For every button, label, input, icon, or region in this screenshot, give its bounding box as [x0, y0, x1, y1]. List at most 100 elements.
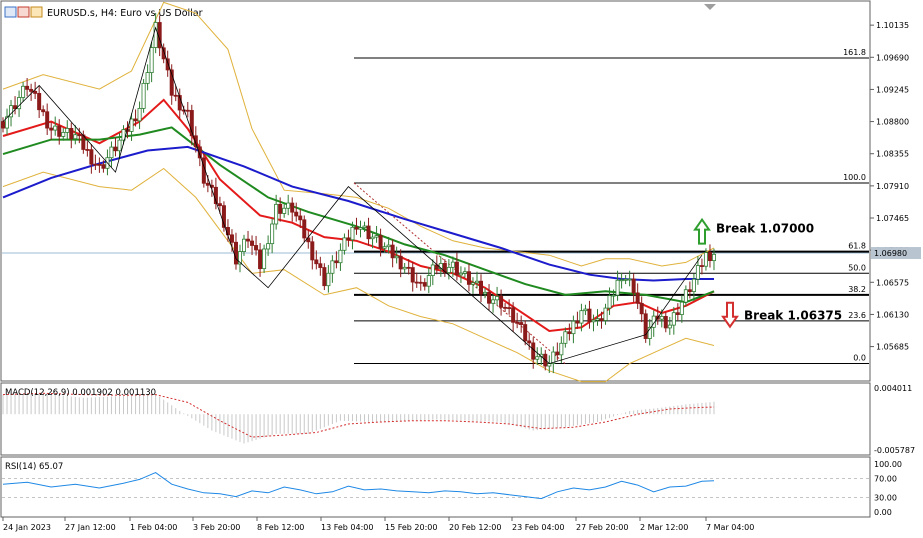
candlestick: [643, 309, 648, 343]
rsi-tick-label: 100.00: [874, 460, 902, 469]
price-tick-label: 1.09690: [876, 53, 909, 62]
candle-body: [165, 58, 170, 71]
macd-label: MACD(12,26,9) 0.001902 0.001130: [5, 388, 156, 398]
candle-body: [354, 226, 359, 230]
candle-body: [334, 260, 339, 264]
price-tick-label: 1.08800: [876, 118, 909, 127]
candle-body: [414, 281, 419, 284]
rsi-tick-label: 70.00: [874, 474, 897, 483]
candle-body: [85, 149, 90, 151]
candle-body: [366, 225, 371, 240]
candle-body: [583, 308, 588, 312]
candle-body: [631, 278, 636, 294]
candle-body: [603, 307, 608, 321]
price-axis: 1.10135 1.09690 1.09245 1.08800 1.08355 1.079…: [870, 21, 921, 352]
candle-body: [679, 301, 684, 315]
candle-body: [330, 260, 335, 274]
candle-body: [262, 248, 267, 270]
candle-body: [65, 128, 70, 133]
candle-body: [69, 128, 74, 140]
candle-body: [515, 321, 520, 324]
candle-body: [579, 310, 584, 324]
rsi-panel[interactable]: [0, 456, 871, 518]
time-tick-label: 27 Feb 20:00: [576, 523, 628, 532]
candle-body: [0, 121, 6, 129]
candle-body: [659, 316, 664, 320]
candle-body: [45, 111, 50, 129]
candle-body: [575, 320, 580, 324]
candle-body: [137, 108, 142, 122]
macd-tick-label: 0.004011: [874, 384, 912, 393]
candle-body: [599, 318, 604, 321]
candle-body: [362, 225, 367, 229]
time-tick-label: 2 Mar 12:00: [640, 523, 688, 532]
candle-body: [555, 351, 560, 356]
candle-body: [193, 135, 198, 148]
candlestick: [141, 79, 146, 113]
candle-body: [418, 281, 423, 284]
candle-body: [619, 279, 624, 282]
candle-body: [531, 342, 536, 360]
candle-body: [503, 306, 508, 309]
candle-body: [217, 203, 222, 207]
candle-body: [89, 149, 94, 165]
candle-body: [41, 109, 46, 113]
current-price-label: 1.06980: [874, 249, 907, 258]
time-tick-label: 3 Feb 20:00: [193, 523, 240, 532]
candle-body: [523, 324, 528, 342]
candle-body: [61, 132, 66, 137]
candlestick: [322, 263, 327, 291]
candle-body: [233, 241, 238, 265]
time-tick-label: 20 Feb 12:00: [449, 523, 501, 532]
candle-body: [671, 312, 676, 326]
candle-body: [382, 246, 387, 249]
candle-body: [246, 238, 251, 242]
rsi-tick-label: 0.00: [874, 508, 892, 517]
fibonacci-level-label: 38.2: [848, 285, 866, 294]
candle-body: [97, 164, 102, 166]
candle-body: [635, 292, 640, 304]
candle-body: [422, 282, 427, 287]
price-tick-label: 1.06130: [876, 310, 909, 319]
candle-body: [495, 296, 500, 301]
candle-body: [37, 93, 42, 111]
candle-body: [254, 245, 259, 251]
price-tick-label: 1.07910: [876, 182, 909, 191]
candle-body: [326, 272, 331, 287]
candle-body: [290, 202, 295, 213]
candle-body: [57, 125, 62, 137]
candle-body: [499, 296, 504, 308]
candle-body: [346, 237, 351, 241]
candle-body: [563, 331, 568, 344]
candle-body: [350, 226, 355, 241]
candle-body: [145, 72, 150, 84]
candle-body: [458, 272, 463, 276]
candle-body: [141, 82, 146, 109]
candle-body: [446, 266, 451, 273]
candle-body: [185, 109, 190, 112]
candle-body: [386, 244, 391, 248]
chart-window-icon: [4, 6, 17, 18]
break-down-label: Break 1.06375: [744, 309, 842, 323]
candle-body: [302, 219, 307, 239]
candle-body: [153, 22, 158, 48]
candle-body: [703, 252, 708, 267]
time-tick-label: 13 Feb 04:00: [321, 523, 373, 532]
candle-body: [507, 307, 512, 309]
macd-tick-label: -0.005787: [874, 446, 915, 455]
rsi-label: RSI(14) 65.07: [5, 462, 63, 472]
candle-body: [133, 118, 138, 122]
chart-canvas[interactable]: EURUSD.s, H4: Euro vs US Dollar 1.101351…: [0, 0, 923, 538]
candle-body: [117, 139, 122, 152]
candle-body: [101, 164, 106, 169]
candle-body: [591, 319, 596, 323]
candle-body: [462, 271, 467, 274]
candle-body: [527, 340, 532, 344]
candle-body: [611, 294, 616, 297]
time-tick-label: 24 Jan 2023: [3, 523, 51, 532]
candle-body: [270, 223, 275, 245]
rsi-tick-label: 30.00: [874, 494, 897, 503]
candle-body: [298, 215, 303, 221]
candle-body: [378, 235, 383, 249]
fibonacci-level-label: 0.0: [853, 354, 866, 363]
